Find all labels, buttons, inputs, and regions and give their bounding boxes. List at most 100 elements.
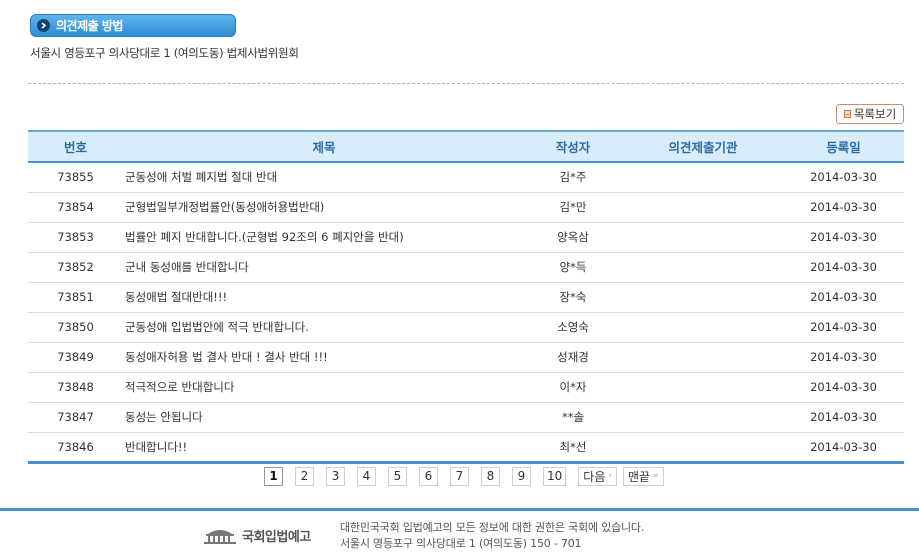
row-org-cell — [623, 192, 783, 223]
row-org-cell — [623, 402, 783, 433]
page-link-4[interactable]: 4 — [357, 466, 376, 486]
table-row: 73851 동성애법 절대반대!!! 장*숙 2014-03-30 — [28, 282, 904, 313]
row-title-link[interactable]: 동성애법 절대반대!!! — [125, 290, 227, 304]
row-title-link[interactable]: 군동성애 처벌 폐지법 절대 반대 — [125, 170, 277, 184]
row-title-link[interactable]: 적극적으로 반대합니다 — [125, 380, 234, 394]
row-author-cell: 양옥삼 — [523, 222, 623, 253]
row-number-cell: 73850 — [28, 312, 123, 343]
row-number: 73850 — [57, 320, 94, 334]
row-number: 73855 — [57, 170, 94, 185]
table-row: 73847 동성는 안됩니다 **솔 2014-03-30 — [28, 402, 904, 433]
table-row: 73850 군동성애 입법법안에 적극 반대합니다. 소영숙 2014-03-30 — [28, 312, 904, 343]
row-number-cell: 73848 — [28, 372, 123, 403]
row-number: 73849 — [57, 350, 94, 364]
row-author-cell: 김*만 — [523, 192, 623, 223]
page-link-3[interactable]: 3 — [326, 466, 345, 486]
row-title-cell: 군형법일부개정법률안(동성애허용법반대) — [123, 192, 523, 223]
next-page-button-label: 다음 — [583, 469, 606, 484]
row-title-cell: 법률안 폐지 반대합니다.(군형법 92조의 6 폐지안을 반대) — [123, 222, 523, 253]
row-title-link[interactable]: 군동성애 입법법안에 적극 반대합니다. — [125, 320, 309, 334]
list-view-button[interactable]: 목록보기 — [836, 104, 904, 124]
list-icon — [843, 110, 851, 118]
row-author: 소영숙 — [557, 320, 589, 334]
row-title-cell: 군동성애 입법법안에 적극 반대합니다. — [123, 312, 523, 343]
row-number: 73854 — [57, 200, 94, 214]
row-title-cell: 군동성애 처벌 폐지법 절대 반대 — [123, 162, 523, 193]
row-org-cell — [623, 222, 783, 253]
row-org-cell — [623, 162, 783, 193]
row-date: 2014-03-30 — [810, 230, 877, 244]
header-number: 번호 — [28, 130, 123, 163]
opinion-table: 번호 제목 작성자 의견제출기관 등록일 73855 군동성애 처벌 폐지법 절대… — [28, 130, 904, 464]
chevron-right-icon: › — [608, 471, 612, 481]
assembly-building-icon — [204, 529, 236, 544]
row-author: 김*주 — [559, 170, 587, 185]
page-link-6[interactable]: 6 — [419, 466, 438, 486]
pagination: 1 2 3 4 5 6 7 8 9 10 다음 › 맨끝» — [264, 466, 670, 486]
table-header-row: 번호 제목 작성자 의견제출기관 등록일 — [28, 130, 904, 163]
footer-logo: 국회입법예고 — [202, 526, 311, 545]
row-number-cell: 73854 — [28, 192, 123, 223]
page-link-1[interactable]: 1 — [264, 466, 283, 486]
page-link-2[interactable]: 2 — [295, 466, 314, 486]
row-author: **솔 — [561, 410, 585, 424]
row-number: 73848 — [57, 380, 94, 394]
row-author: 김*만 — [559, 200, 587, 214]
last-page-button[interactable]: 맨끝» — [622, 466, 664, 486]
table-row: 73849 동성애자허용 법 결사 반대 ! 결사 반대 !!! 성재경 2014-0… — [28, 342, 904, 373]
table-row: 73853 법률안 폐지 반대합니다.(군형법 92조의 6 폐지안을 반대) 양옥… — [28, 222, 904, 253]
table-row: 73852 군내 동성애를 반대합니다 양*득 2014-03-30 — [28, 252, 904, 283]
table-row: 73855 군동성애 처벌 폐지법 절대 반대 김*주 2014-03-30 — [28, 162, 904, 193]
row-author-cell: 이*자 — [523, 372, 623, 403]
row-title-link[interactable]: 법률안 폐지 반대합니다.(군형법 92조의 6 폐지안을 반대) — [125, 230, 404, 244]
row-number: 73851 — [57, 290, 94, 304]
row-title-cell: 동성애자허용 법 결사 반대 ! 결사 반대 !!! — [123, 342, 523, 373]
section-title-bar: 의견제출 방법 — [30, 14, 236, 37]
row-number-cell: 73855 — [28, 162, 123, 193]
row-number-cell: 73853 — [28, 222, 123, 253]
row-number: 73847 — [57, 410, 94, 424]
row-author-cell: 김*주 — [523, 162, 623, 193]
page-link-10[interactable]: 10 — [543, 466, 567, 486]
row-date-cell: 2014-03-30 — [783, 282, 904, 313]
row-author-cell: 소영숙 — [523, 312, 623, 343]
row-date-cell: 2014-03-30 — [783, 432, 904, 464]
row-title-link[interactable]: 군내 동성애를 반대합니다 — [125, 260, 249, 274]
row-author: 장*숙 — [559, 290, 587, 304]
row-date: 2014-03-30 — [810, 200, 877, 214]
footer-address: 서울시 영등포구 의사당대로 1 (여의도동) 150 - 701 — [340, 537, 582, 550]
row-title-link[interactable]: 군형법일부개정법률안(동성애허용법반대) — [125, 200, 324, 214]
section-title: 의견제출 방법 — [56, 19, 123, 33]
row-date-cell: 2014-03-30 — [783, 312, 904, 343]
page-link-5[interactable]: 5 — [388, 466, 407, 486]
page-link-8[interactable]: 8 — [481, 466, 500, 486]
header-date: 등록일 — [783, 130, 904, 163]
row-title-link[interactable]: 동성애자허용 법 결사 반대 ! 결사 반대 !!! — [125, 350, 328, 364]
row-title-link[interactable]: 반대합니다!! — [125, 440, 187, 454]
row-title-cell: 군내 동성애를 반대합니다 — [123, 252, 523, 283]
row-date-cell: 2014-03-30 — [783, 162, 904, 193]
row-org-cell — [623, 342, 783, 373]
page-link-7[interactable]: 7 — [450, 466, 469, 486]
row-number-cell: 73846 — [28, 432, 123, 464]
row-number-cell: 73852 — [28, 252, 123, 283]
row-date: 2014-03-30 — [810, 410, 877, 424]
footer-info: 대한민국국회 입법예고의 모든 정보에 대한 권한은 국회에 있습니다. 서울시… — [340, 520, 644, 552]
row-author: 성재경 — [557, 350, 589, 364]
row-title-link[interactable]: 동성는 안됩니다 — [125, 410, 203, 424]
row-date-cell: 2014-03-30 — [783, 252, 904, 283]
row-title-cell: 적극적으로 반대합니다 — [123, 372, 523, 403]
chevron-right-icon — [37, 19, 50, 32]
row-number: 73853 — [57, 230, 94, 244]
row-author: 이*자 — [559, 380, 587, 394]
row-title-cell: 동성애법 절대반대!!! — [123, 282, 523, 313]
row-author: 최*선 — [559, 439, 587, 454]
next-page-button[interactable]: 다음 › — [578, 466, 617, 486]
header-org: 의견제출기관 — [623, 130, 783, 163]
table-row: 73848 적극적으로 반대합니다 이*자 2014-03-30 — [28, 372, 904, 403]
page-link-9[interactable]: 9 — [512, 466, 531, 486]
row-date-cell: 2014-03-30 — [783, 192, 904, 223]
row-author-cell: 성재경 — [523, 342, 623, 373]
row-org-cell — [623, 252, 783, 283]
row-date: 2014-03-30 — [810, 260, 877, 274]
